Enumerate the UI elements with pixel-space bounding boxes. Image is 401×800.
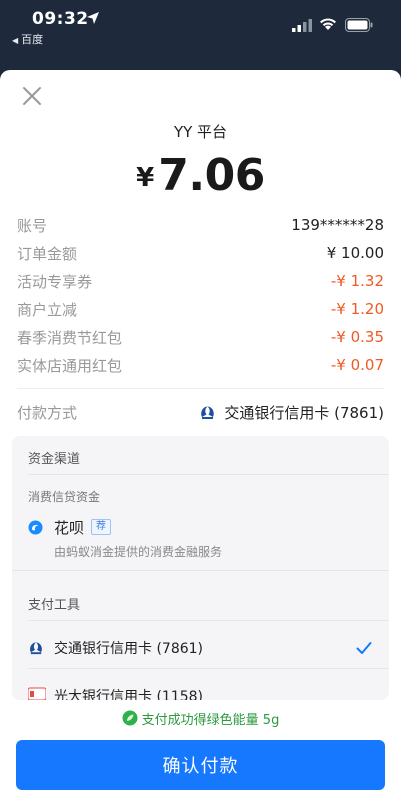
detail-row-spring-red-packet[interactable]: 春季消费节红包 -¥ 0.35 xyxy=(17,323,384,351)
bocom-bank-icon xyxy=(30,642,42,655)
detail-row-store-red-packet[interactable]: 实体店通用红包 -¥ 0.07 xyxy=(17,351,384,379)
discount-value: -¥ 0.07 xyxy=(330,356,384,374)
order-details: 账号 139******28 订单金额 ¥ 10.00 活动专享券 -¥ 1.3… xyxy=(17,211,384,379)
payment-method-row[interactable]: 付款方式 交通银行信用卡 (7861) xyxy=(17,400,384,424)
detail-label: 商户立减 xyxy=(17,300,78,319)
divider xyxy=(17,388,384,389)
back-to-app-link[interactable]: ◀ 百度 xyxy=(12,31,43,47)
discount-value: -¥ 1.32 xyxy=(330,272,384,290)
wifi-icon xyxy=(320,18,336,30)
recommend-badge: 荐 xyxy=(91,519,111,535)
detail-row-merchant-discount: 商户立减 -¥ 1.20 xyxy=(17,295,384,323)
checkmark-icon xyxy=(356,642,372,654)
huabei-name: 花呗 xyxy=(54,519,85,537)
detail-label: 春季消费节红包 xyxy=(17,328,123,347)
battery-icon xyxy=(345,18,373,32)
payment-method-text: 交通银行信用卡 (7861) xyxy=(224,403,384,422)
divider xyxy=(12,570,389,571)
divider xyxy=(28,620,389,621)
divider xyxy=(28,668,389,669)
tool-option-ceb[interactable]: 光大银行信用卡 (1158) xyxy=(28,678,373,700)
tool-name: 光大银行信用卡 (1158) xyxy=(54,689,204,700)
detail-row-order-amount: 订单金额 ¥ 10.00 xyxy=(17,239,384,267)
green-energy-note: 支付成功得绿色能量 5g xyxy=(0,708,401,728)
green-energy-text: 支付成功得绿色能量 5g xyxy=(141,712,280,728)
confirm-payment-button[interactable]: 确认付款 xyxy=(16,740,385,790)
funding-channel-panel: 资金渠道 消费信贷资金 花呗 荐 由蚂蚁消金提供的消费金融服务 支付工具 交通银… xyxy=(12,436,389,700)
discount-value: -¥ 0.35 xyxy=(330,328,384,346)
detail-value: 139******28 xyxy=(291,216,384,234)
merchant-name: YY 平台 xyxy=(173,123,228,141)
close-icon[interactable] xyxy=(20,84,44,108)
tools-heading: 支付工具 xyxy=(28,598,81,613)
divider xyxy=(28,474,389,475)
discount-value: -¥ 1.20 xyxy=(330,300,384,318)
ceb-bank-icon xyxy=(28,687,46,700)
detail-label: 订单金额 xyxy=(17,244,78,263)
detail-value: ¥ 10.00 xyxy=(326,244,384,262)
huabei-description: 由蚂蚁消金提供的消费金融服务 xyxy=(54,545,223,559)
detail-label: 实体店通用红包 xyxy=(17,356,123,375)
detail-label: 账号 xyxy=(17,216,48,235)
credit-heading: 消费信贷资金 xyxy=(28,490,101,504)
back-app-label: 百度 xyxy=(21,33,44,46)
huabei-option[interactable]: 花呗 荐 由蚂蚁消金提供的消费金融服务 xyxy=(28,516,373,564)
amount-value: 7.06 xyxy=(158,150,265,201)
cellular-signal-icon xyxy=(292,19,312,32)
tool-option-bocom[interactable]: 交通银行信用卡 (7861) xyxy=(28,630,373,666)
payment-method-value: 交通银行信用卡 (7861) xyxy=(199,402,384,423)
back-triangle-icon: ◀ xyxy=(12,36,19,45)
detail-row-account: 账号 139******28 xyxy=(17,211,384,239)
bocom-bank-icon xyxy=(201,406,215,419)
green-energy-icon xyxy=(122,710,138,726)
payment-sheet: YY 平台 ¥7.06 账号 139******28 订单金额 ¥ 10.00 … xyxy=(0,70,401,800)
detail-label: 活动专享券 xyxy=(17,272,93,291)
currency-symbol: ¥ xyxy=(136,163,155,193)
payment-method-label: 付款方式 xyxy=(17,403,78,422)
payment-amount: ¥7.06 xyxy=(0,150,401,201)
location-arrow-icon xyxy=(87,12,99,24)
huabei-icon xyxy=(28,520,43,535)
status-time: 09:32 xyxy=(32,9,89,29)
status-bar: 09:32 ◀ 百度 xyxy=(0,0,401,52)
panel-heading: 资金渠道 xyxy=(28,452,81,467)
detail-row-coupon[interactable]: 活动专享券 -¥ 1.32 xyxy=(17,267,384,295)
tool-name: 交通银行信用卡 (7861) xyxy=(54,641,204,657)
